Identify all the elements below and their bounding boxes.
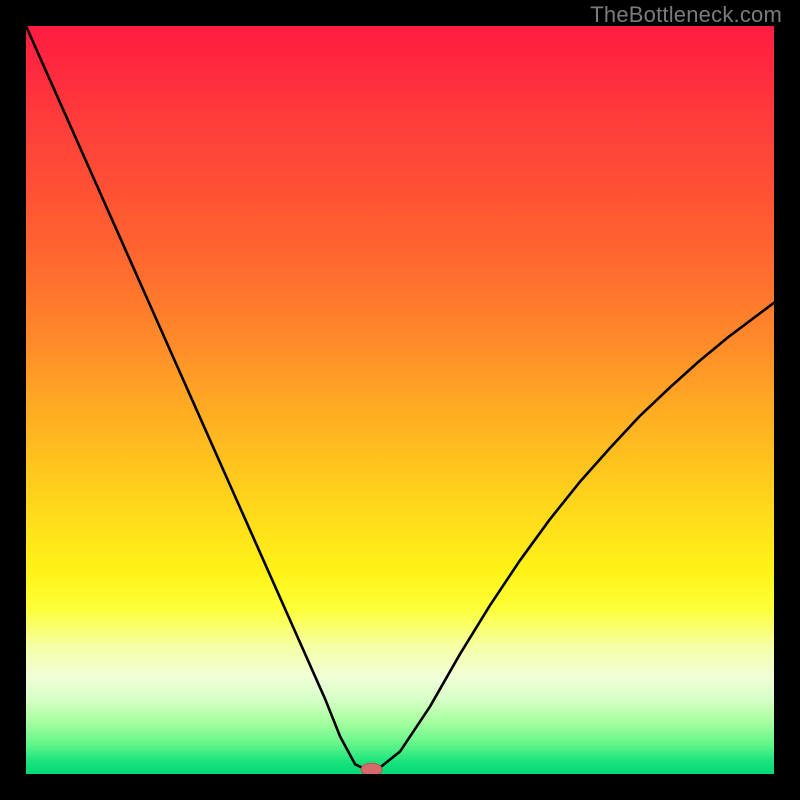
optimum-point-marker	[361, 763, 382, 774]
curve-layer	[26, 26, 774, 774]
plot-area	[26, 26, 774, 774]
bottleneck-curve	[26, 26, 774, 770]
watermark-text: TheBottleneck.com	[590, 2, 782, 28]
chart-frame: TheBottleneck.com	[0, 0, 800, 800]
